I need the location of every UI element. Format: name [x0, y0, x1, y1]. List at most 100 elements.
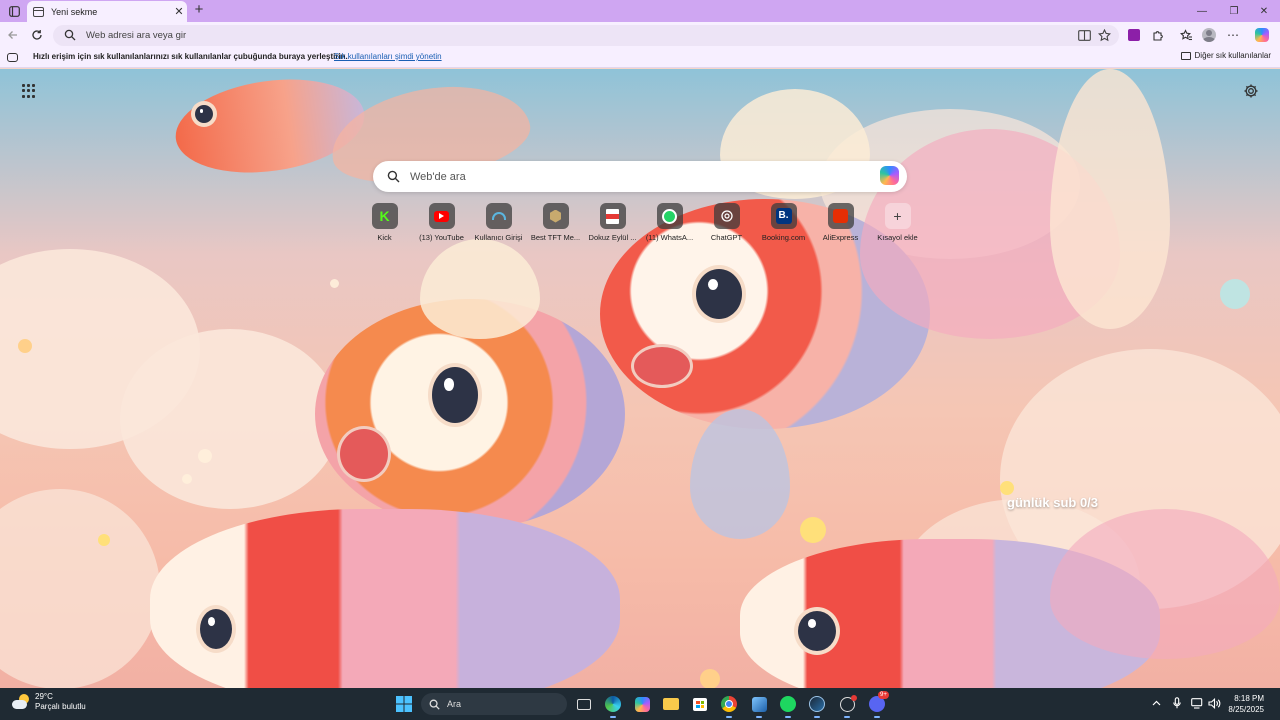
clock-time: 8:18 PM — [1234, 694, 1264, 703]
favorites-bar: Hızlı erişim için sık kullanılanlarınızı… — [0, 48, 1280, 68]
new-tab-page: K Kick (13) YouTube Kullanıcı Girişi Bes… — [0, 69, 1280, 688]
quick-link-chatgpt[interactable]: ChatGPT — [698, 203, 755, 247]
settings-gear-icon[interactable] — [1243, 83, 1259, 99]
riot-icon — [839, 694, 857, 712]
quick-link-aliexpress[interactable]: AliExpress — [812, 203, 869, 247]
maximize-button[interactable]: ❐ — [1218, 0, 1250, 22]
taskbar-store[interactable] — [689, 693, 711, 715]
quick-link-label: Kick — [377, 233, 392, 242]
login-icon — [485, 203, 512, 229]
kick-icon: K — [371, 203, 398, 229]
pdf-icon — [599, 203, 626, 229]
favorite-star-icon[interactable] — [1098, 29, 1111, 42]
weather-widget[interactable]: 29°C Parçalı bulutlu — [12, 692, 86, 712]
weather-temperature: 29°C — [35, 692, 53, 701]
tab-close-icon[interactable]: ✕ — [171, 5, 187, 18]
folder-icon — [1180, 51, 1191, 60]
quick-link-label: Kısayol ekle — [877, 233, 918, 242]
other-favorites-button[interactable]: Diğer sık kullanılanlar — [1180, 51, 1271, 60]
search-icon — [387, 170, 400, 183]
copilot-icon[interactable] — [1254, 27, 1270, 43]
windows-taskbar: 29°C Parçalı bulutlu Ara 9+ 8:18 PM 8/25… — [0, 688, 1280, 720]
plus-icon: + — [884, 203, 911, 229]
system-clock[interactable]: 8:18 PM 8/25/2025 — [1224, 693, 1264, 715]
more-options-icon[interactable]: ⋯ — [1225, 27, 1241, 43]
refresh-button[interactable] — [29, 27, 45, 43]
quick-link-label: ChatGPT — [710, 233, 743, 242]
aliexpress-icon — [827, 203, 854, 229]
quick-link-whatsapp[interactable]: (11) WhatsA... — [641, 203, 698, 247]
taskbar-game-app[interactable] — [748, 693, 770, 718]
address-input[interactable] — [86, 27, 1046, 44]
new-tab-button[interactable]: + — [191, 2, 207, 18]
show-hidden-icons-button[interactable] — [1149, 696, 1163, 710]
web-search-input[interactable] — [410, 167, 850, 186]
taskbar-riot-client[interactable] — [836, 693, 858, 718]
quick-link-youtube[interactable]: (13) YouTube — [413, 203, 470, 247]
tab-actions-icon[interactable] — [6, 3, 22, 19]
favorites-icon[interactable] — [1178, 27, 1194, 43]
minimize-button[interactable]: — — [1186, 0, 1218, 22]
new-tab-favicon-icon — [33, 6, 44, 17]
favorites-bar-icon — [7, 53, 18, 62]
taskbar-chrome[interactable] — [718, 693, 740, 718]
extension-icon[interactable] — [1126, 27, 1142, 43]
network-icon[interactable] — [1190, 696, 1204, 710]
edge-icon — [605, 696, 621, 712]
booking-icon: B. — [770, 203, 797, 229]
immersive-reader-icon[interactable] — [1078, 29, 1091, 42]
copilot-search-icon[interactable] — [880, 166, 901, 187]
search-icon — [64, 29, 76, 41]
discord-icon: 9+ — [869, 691, 889, 712]
quick-link-kick[interactable]: K Kick — [356, 203, 413, 247]
taskbar-file-explorer[interactable] — [660, 693, 682, 715]
taskbar-steam[interactable] — [806, 693, 828, 718]
back-button[interactable] — [5, 27, 21, 43]
back-arrow-icon — [8, 31, 17, 39]
quick-link-best-tft[interactable]: Best TFT Me... — [527, 203, 584, 247]
extensions-puzzle-icon[interactable] — [1150, 27, 1166, 43]
close-window-button[interactable]: ✕ — [1248, 0, 1280, 22]
partly-cloudy-icon — [12, 694, 30, 710]
quick-link-label: (11) WhatsA... — [645, 233, 694, 242]
weather-description: Parçalı bulutlu — [35, 702, 86, 711]
steam-icon — [809, 696, 825, 712]
task-view-button[interactable] — [573, 693, 595, 715]
manage-favorites-link[interactable]: Sık kullanılanları şimdi yönetin — [334, 52, 442, 61]
browser-toolbar: ⋯ — [0, 22, 1280, 48]
copilot-icon — [634, 696, 650, 712]
taskbar-discord[interactable]: 9+ — [866, 691, 889, 718]
taskbar-spotify[interactable] — [777, 693, 799, 718]
quick-link-login[interactable]: Kullanıcı Girişi — [470, 203, 527, 247]
taskbar-search[interactable]: Ara — [421, 693, 567, 715]
chrome-icon — [721, 696, 737, 712]
quick-link-booking[interactable]: B. Booking.com — [755, 203, 812, 247]
tab-new-tab[interactable]: Yeni sekme ✕ — [27, 1, 187, 22]
quick-link-dokuz-eylul[interactable]: Dokuz Eylül ... — [584, 203, 641, 247]
spotify-icon — [780, 696, 796, 712]
apps-launcher-icon[interactable] — [22, 84, 36, 98]
address-bar[interactable] — [53, 25, 1119, 46]
add-shortcut-button[interactable]: + Kısayol ekle — [869, 203, 926, 247]
chatgpt-icon — [713, 203, 740, 229]
game-app-icon — [751, 696, 767, 712]
whatsapp-icon — [656, 203, 683, 229]
store-icon — [693, 697, 707, 711]
folder-icon — [663, 698, 679, 710]
other-favorites-label: Diğer sık kullanılanlar — [1194, 51, 1271, 60]
volume-icon[interactable] — [1207, 696, 1221, 710]
youtube-icon — [428, 203, 455, 229]
tab-title: Yeni sekme — [51, 6, 98, 17]
web-search-box[interactable] — [373, 161, 907, 192]
taskbar-edge[interactable] — [602, 693, 624, 718]
microphone-icon[interactable] — [1170, 696, 1184, 710]
favorites-bar-message: Hızlı erişim için sık kullanılanlarınızı… — [33, 52, 348, 61]
task-view-icon — [577, 698, 591, 710]
search-icon — [429, 699, 440, 710]
discord-notification-badge: 9+ — [878, 691, 889, 699]
chevron-up-icon — [1152, 700, 1160, 706]
profile-avatar-icon[interactable] — [1201, 27, 1217, 43]
quick-links: K Kick (13) YouTube Kullanıcı Girişi Bes… — [356, 203, 926, 247]
start-button[interactable] — [393, 693, 415, 715]
taskbar-copilot[interactable] — [631, 693, 653, 715]
